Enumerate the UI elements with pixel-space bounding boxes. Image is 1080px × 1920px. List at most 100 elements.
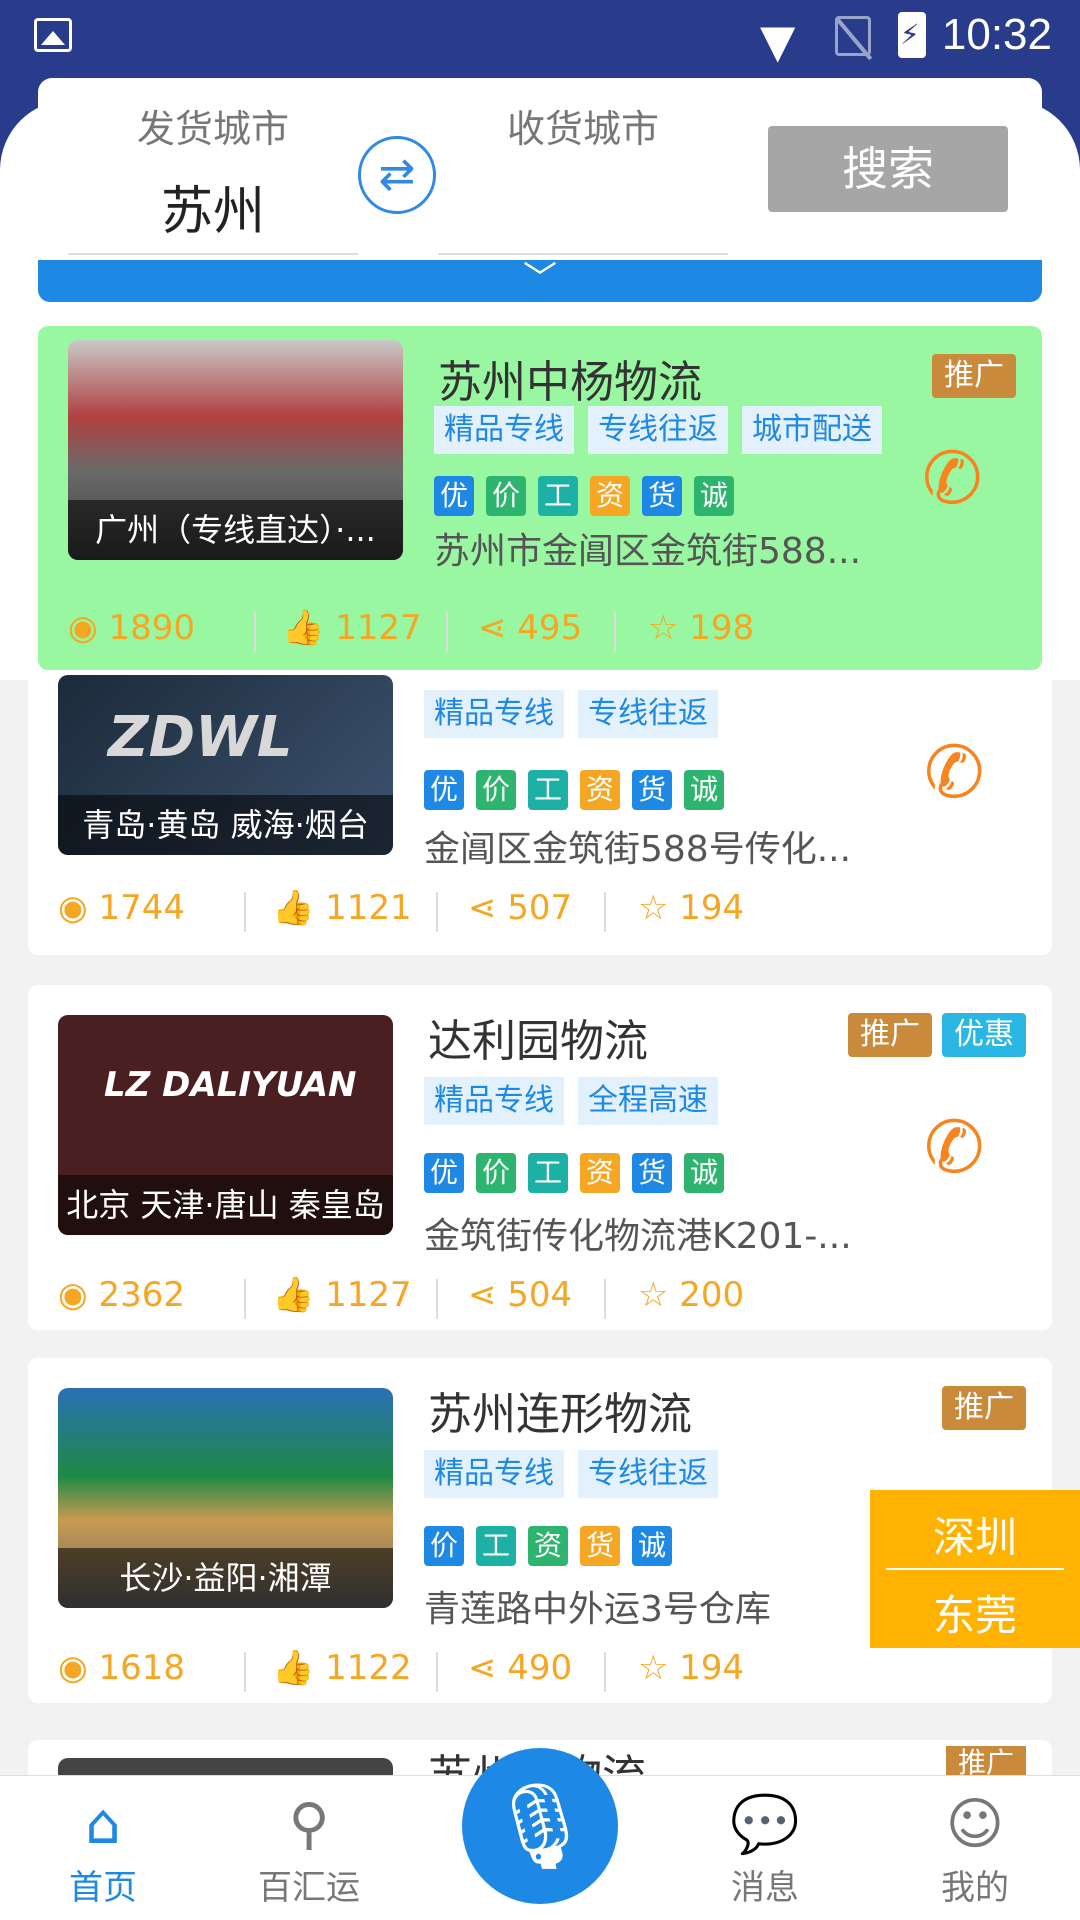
logistics-card[interactable]: LZ DALIYUAN 北京 天津·唐山 秦皇岛 达利园物流 推广 优惠 精品专线… [28,985,1052,1330]
stat-divider [604,1279,606,1319]
address: 苏州市金阊区金筑街588... [434,531,862,572]
tab-profile[interactable]: ☺ 我的 [910,1790,1040,1909]
tag: 专线往返 [578,690,718,738]
stat-divider [614,612,616,652]
likes-stat[interactable]: 👍 1127 [282,608,422,648]
mark: 诚 [684,770,724,810]
phone-icon[interactable]: ✆ [924,730,1014,820]
to-city-value[interactable] [438,169,728,239]
tab-label: 首页 [69,1868,137,1908]
promo-badge: 推广 [848,1013,932,1057]
company-title[interactable]: 苏州连形物流 [428,1378,692,1442]
stars-stat[interactable]: ☆ 194 [638,1648,744,1688]
discount-badge: 优惠 [942,1013,1026,1057]
from-city-field[interactable]: 发货城市 苏州 [68,98,358,255]
shares-stat[interactable]: ⋖ 490 [468,1648,572,1688]
views-stat: ◉ 1890 [68,608,195,648]
message-icon: 💬 [730,1792,800,1857]
mark: 优 [424,1153,464,1193]
likes-count: 1121 [325,888,412,928]
views-count: 1618 [98,1648,186,1688]
swap-cities-icon[interactable]: ⇄ [358,136,436,214]
company-title[interactable]: 苏州中杨物流 [438,346,702,410]
tab-label: 百汇运 [258,1868,360,1908]
city-shortcut-panel[interactable]: 深圳 东莞 [870,1490,1080,1648]
share-icon: ⋖ [468,1648,508,1688]
likes-stat[interactable]: 👍 1122 [272,1648,412,1688]
views-stat: ◉ 2362 [58,1275,185,1315]
logistics-card[interactable]: ZDWL 青岛·黄岛 威海·烟台 精品专线 专线往返 优价工资货诚 金阊区金筑街5… [28,640,1052,955]
shares-count: 490 [507,1648,573,1688]
likes-stat[interactable]: 👍 1121 [272,888,412,928]
mark: 货 [580,1526,620,1566]
company-title[interactable]: 达利园物流 [428,1005,648,1069]
mark: 工 [538,476,578,516]
battery-icon [898,12,926,58]
stat-divider [436,892,438,932]
share-icon: ⋖ [468,888,508,928]
shares-count: 507 [507,888,573,928]
promoted-logistics-card[interactable]: 广州（专线直达）·... 苏州中杨物流 推广 精品专线 专线往返 城市配送 优价工资… [38,326,1042,670]
stars-stat[interactable]: ☆ 200 [638,1275,744,1315]
tab-home[interactable]: ⌂ 首页 [38,1790,168,1909]
route-caption: 长沙·益阳·湘潭 [58,1548,393,1608]
expand-chevron-icon[interactable]: ﹀ [38,260,1042,302]
microphone-icon: 🎙 [486,1777,594,1875]
voice-input-button[interactable]: 🎙 [462,1748,618,1904]
to-city-underline [438,253,728,255]
route-caption: 北京 天津·唐山 秦皇岛 [58,1175,393,1235]
address: 金筑街传化物流港K201-... [424,1216,852,1257]
stat-divider [244,892,246,932]
address: 青莲路中外运3号仓库 [424,1589,771,1630]
likes-count: 1122 [325,1648,412,1688]
phone-icon[interactable]: ✆ [922,436,1012,526]
from-city-value[interactable]: 苏州 [68,169,358,242]
shares-count: 504 [507,1275,573,1315]
badges: 推广 [932,1386,1026,1430]
star-icon: ☆ [638,888,680,928]
likes-stat[interactable]: 👍 1127 [272,1275,412,1315]
from-city-label: 发货城市 [136,107,289,151]
wifi-icon: ▼ [760,14,796,68]
star-icon: ☆ [648,608,690,648]
stat-divider [244,1652,246,1692]
shares-stat[interactable]: ⋖ 495 [478,608,582,648]
stars-count: 200 [679,1275,745,1315]
thumbs-up-icon: 👍 [272,888,326,928]
mark: 优 [424,770,464,810]
eye-icon: ◉ [58,888,99,928]
mark: 货 [642,476,682,516]
tag: 精品专线 [424,1450,564,1498]
tag: 精品专线 [434,406,574,454]
city-shortcut-shenzhen[interactable]: 深圳 [870,1490,1080,1568]
stat-divider [436,1279,438,1319]
stars-stat[interactable]: ☆ 194 [638,888,744,928]
eye-icon: ◉ [58,1275,99,1315]
share-icon: ⋖ [478,608,518,648]
tab-baihuiyun[interactable]: ⚲ 百汇运 [244,1790,374,1909]
mark: 诚 [684,1153,724,1193]
thumbs-up-icon: 👍 [272,1648,326,1688]
stat-divider [254,612,256,652]
search-button[interactable]: 搜索 [768,126,1008,212]
phone-icon[interactable]: ✆ [924,1105,1014,1195]
tab-messages[interactable]: 💬 消息 [700,1790,830,1909]
views-stat: ◉ 1744 [58,888,185,928]
share-icon: ⋖ [468,1275,508,1315]
thumbs-up-icon: 👍 [272,1275,326,1315]
badges: 推广 [922,354,1016,398]
mark: 货 [632,1153,672,1193]
mark: 价 [476,1153,516,1193]
city-shortcut-dongguan[interactable]: 东莞 [870,1570,1080,1643]
stat-divider [244,1279,246,1319]
mark: 资 [590,476,630,516]
stars-stat[interactable]: ☆ 198 [648,608,754,648]
mark: 价 [476,770,516,810]
mark: 工 [476,1526,516,1566]
tag: 专线往返 [578,1450,718,1498]
shares-stat[interactable]: ⋖ 504 [468,1275,572,1315]
stars-count: 194 [679,1648,745,1688]
mark: 资 [528,1526,568,1566]
to-city-field[interactable]: 收货城市 [438,98,728,255]
shares-stat[interactable]: ⋖ 507 [468,888,572,928]
